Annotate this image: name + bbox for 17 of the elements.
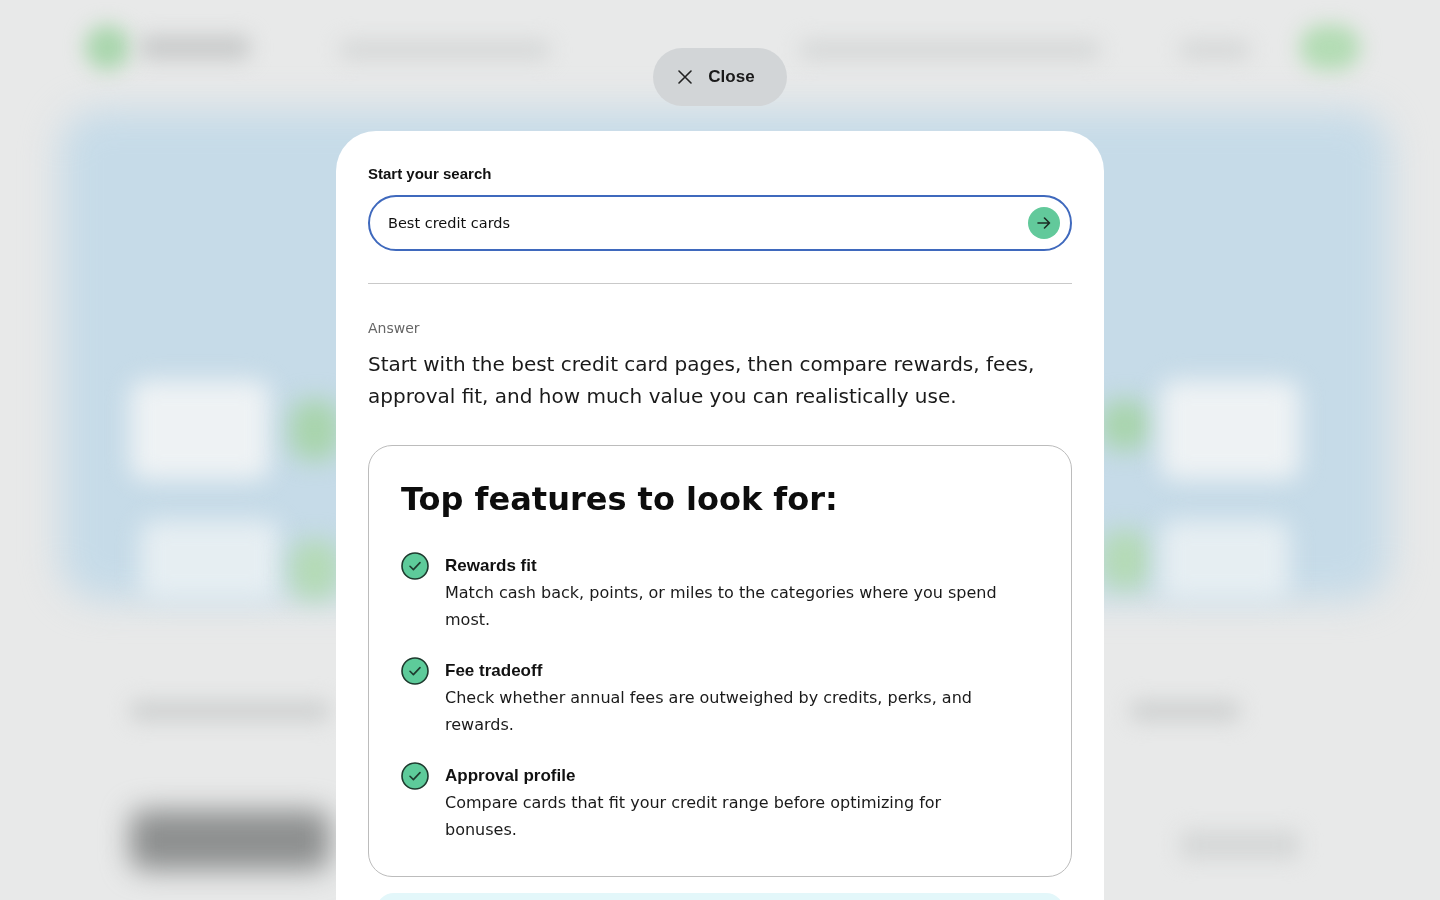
feature-description: Compare cards that fit your credit range before optimizing for bonuses. xyxy=(445,792,943,841)
search-field[interactable]: Best credit cards xyxy=(368,195,1072,251)
close-button[interactable]: Close xyxy=(653,48,787,106)
feature-title: Approval profile xyxy=(445,765,577,787)
feature-title: Fee tradeoff xyxy=(445,660,544,682)
close-icon xyxy=(678,70,693,84)
check-circle-icon xyxy=(401,657,429,685)
check-circle-icon xyxy=(401,552,429,580)
search-label: Start your search xyxy=(368,164,493,184)
answer-text: Start with the best credit card pages, then compare rewards, fees, approval fit, and how much value you can realistically use. xyxy=(368,351,1036,410)
feature-description: Check whether annual fees are outweighed by credits, perks, and rewards. xyxy=(445,687,973,736)
arrow-right-icon xyxy=(1037,217,1051,229)
feature-title: Rewards fit xyxy=(445,555,538,577)
features-title: Top features to look for: xyxy=(401,479,839,519)
check-circle-icon xyxy=(401,762,429,790)
feature-description: Match cash back, points, or miles to the categories where you spend most. xyxy=(445,582,998,631)
answer-label: Answer xyxy=(368,319,421,338)
